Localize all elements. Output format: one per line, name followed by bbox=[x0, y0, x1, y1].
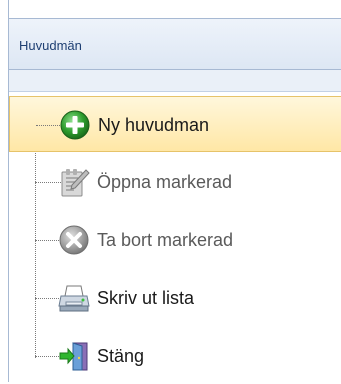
tree-item-delete-selected[interactable]: Ta bort markerad bbox=[9, 212, 341, 268]
delete-icon bbox=[58, 224, 90, 256]
printer-icon bbox=[58, 282, 90, 314]
tree-item-label: Ta bort markerad bbox=[97, 230, 234, 250]
tree-item-new-huvudman[interactable]: Ny huvudman bbox=[9, 96, 341, 152]
tree-item-close[interactable]: Stäng bbox=[9, 328, 341, 384]
panel-title: Huvudmän bbox=[19, 38, 82, 53]
tree-item-label: Öppna markerad bbox=[97, 172, 233, 192]
action-tree: Ny huvudman Öppna markerad Ta bort marke… bbox=[9, 92, 341, 382]
edit-icon bbox=[58, 166, 90, 198]
tree-item-label: Stäng bbox=[97, 346, 145, 366]
huvudman-panel: Huvudmän Ny huvudman Öppna markerad Ta b… bbox=[8, 0, 341, 382]
tree-item-label: Skriv ut lista bbox=[97, 288, 195, 308]
panel-subbar bbox=[9, 70, 341, 92]
tree-item-label: Ny huvudman bbox=[98, 115, 210, 135]
exit-door-icon bbox=[58, 340, 90, 372]
add-icon bbox=[59, 109, 91, 141]
tree-item-open-selected[interactable]: Öppna markerad bbox=[9, 154, 341, 210]
tree-item-print-list[interactable]: Skriv ut lista bbox=[9, 270, 341, 326]
panel-header: Huvudmän bbox=[9, 18, 341, 70]
